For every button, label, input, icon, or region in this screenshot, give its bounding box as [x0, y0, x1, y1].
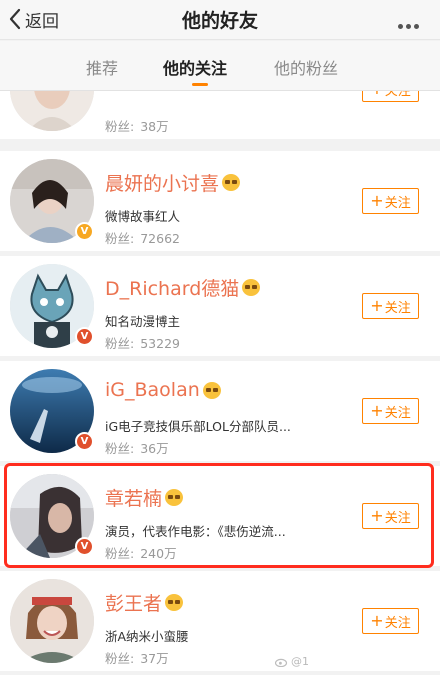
- tab-recommended[interactable]: 推荐: [86, 55, 118, 79]
- crown-emoji-icon: [165, 594, 184, 611]
- crown-emoji-icon: [222, 174, 241, 191]
- tab-following[interactable]: 他的关注: [163, 55, 227, 79]
- fans-count: 粉丝: 72662: [105, 231, 180, 246]
- user-description: 演员，代表作电影：《悲伤逆流...: [105, 524, 286, 539]
- list-item[interactable]: V iG_Baolan iG电子竞技俱乐部LOL分部队员... 粉丝: 36万 +…: [0, 361, 440, 461]
- fans-count: 粉丝: 37万: [105, 651, 169, 666]
- user-name[interactable]: 章若楠: [105, 484, 184, 511]
- navigation-bar: 返回 他的好友: [0, 0, 440, 40]
- user-description: 微博故事红人: [105, 209, 181, 224]
- follow-button[interactable]: +关注: [362, 608, 419, 634]
- list-item[interactable]: 粉丝:38万 +关注: [0, 91, 440, 139]
- active-tab-indicator: [192, 83, 208, 86]
- more-icon[interactable]: [398, 14, 428, 29]
- plus-icon: +: [370, 401, 384, 420]
- weibo-logo-icon: [275, 658, 288, 667]
- crown-emoji-icon: [202, 381, 221, 399]
- plus-icon: +: [370, 611, 384, 630]
- follow-button[interactable]: +关注: [362, 91, 419, 102]
- fans-count: 粉丝: 53229: [105, 336, 180, 351]
- avatar[interactable]: [10, 579, 94, 663]
- verified-badge-icon: V: [75, 537, 94, 556]
- follow-button[interactable]: +关注: [362, 293, 419, 319]
- plus-icon: +: [370, 91, 383, 97]
- fans-count: 粉丝: 240万: [105, 546, 177, 561]
- avatar[interactable]: [10, 91, 94, 131]
- follow-button[interactable]: +关注: [362, 188, 419, 214]
- follow-button[interactable]: +关注: [362, 503, 419, 529]
- crown-emoji-icon: [242, 279, 261, 296]
- user-name[interactable]: 彭王者: [105, 589, 184, 616]
- user-name[interactable]: D_Richard德猫: [105, 274, 261, 301]
- plus-icon: +: [370, 296, 384, 315]
- verified-badge-icon: V: [75, 222, 94, 241]
- plus-icon: +: [370, 506, 384, 525]
- watermark: @1: [275, 655, 309, 668]
- list-item[interactable]: V D_Richard德猫 知名动漫博主 粉丝: 53229 + 关注: [0, 256, 440, 356]
- follow-button[interactable]: +关注: [362, 398, 419, 424]
- user-name[interactable]: 晨妍的小讨喜: [105, 169, 241, 196]
- user-name[interactable]: iG_Baolan: [105, 379, 221, 401]
- user-description: 浙A纳米小蛮腰: [105, 629, 189, 644]
- verified-badge-icon: V: [75, 432, 94, 451]
- user-list: 粉丝:38万 +关注 V 晨妍的小讨喜 微博故事红人 粉丝:72662 +关注 …: [0, 91, 440, 675]
- fans-count: 粉丝: 36万: [105, 441, 169, 456]
- page-title: 他的好友: [181, 10, 258, 32]
- tab-followers[interactable]: 他的粉丝: [274, 55, 338, 79]
- verified-badge-icon: V: [75, 327, 94, 346]
- crown-emoji-icon: [165, 489, 184, 506]
- plus-icon: +: [370, 191, 384, 210]
- list-item[interactable]: 彭王者 浙A纳米小蛮腰 粉丝: 37万 + 关注: [0, 571, 440, 671]
- user-description: 知名动漫博主: [105, 314, 181, 329]
- user-description: iG电子竞技俱乐部LOL分部队员...: [105, 419, 291, 434]
- fans-count: 粉丝: 38万: [105, 119, 169, 134]
- tab-bar: 推荐 他的关注 他的粉丝: [0, 41, 440, 91]
- list-item[interactable]: V 晨妍的小讨喜 微博故事红人 粉丝: 72662 + 关注: [0, 151, 440, 251]
- list-item[interactable]: V 章若楠 演员，代表作电影：《悲伤逆流... 粉丝: 240万 + 关注: [0, 466, 440, 566]
